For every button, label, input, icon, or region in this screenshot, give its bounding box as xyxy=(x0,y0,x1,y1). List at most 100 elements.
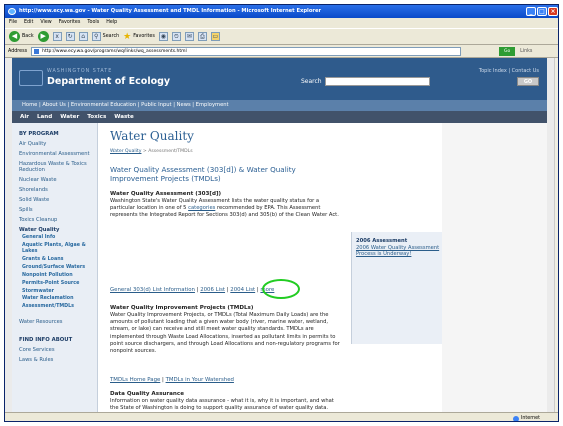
status-bar: Internet xyxy=(5,412,558,421)
sidebar-sub-ground[interactable]: Ground/Surface Waters xyxy=(19,265,97,271)
viewport: WASHINGTON STATE Department of Ecology T… xyxy=(5,58,554,412)
tmdl-text: Water Quality Improvement Projects, or T… xyxy=(110,312,340,355)
nav-toxics[interactable]: Toxics xyxy=(87,114,106,120)
maximize-button[interactable]: □ xyxy=(537,7,547,16)
forward-button[interactable]: ▶ xyxy=(37,31,49,42)
toolbar: ◀ Back ▶ x ↻ ⌂ ⚲ Search ★ Favorites ◉ ⏲ ✉ ⎙… xyxy=(5,28,558,45)
home-icon[interactable]: ⌂ xyxy=(78,32,88,41)
breadcrumb: Water Quality > Assessment/TMDLs xyxy=(110,149,193,154)
menu-view[interactable]: View xyxy=(40,18,51,28)
assessment-text: Washington State's Water Quality Assessm… xyxy=(110,198,339,219)
callout-heading: 2006 Assessment xyxy=(356,238,408,244)
sidebar-sub-nonpoint[interactable]: Nonpoint Pollution xyxy=(19,273,97,279)
sidebar-sub-reclamation[interactable]: Water Reclamation xyxy=(19,296,97,302)
site-search-input[interactable] xyxy=(325,77,430,86)
sidebar-sub-grants[interactable]: Grants & Loans xyxy=(19,257,97,263)
general-303d-link[interactable]: General 303(d) List Information xyxy=(110,287,195,293)
links-button[interactable]: Links xyxy=(520,45,532,58)
topic-links[interactable]: Topic Index | Contact Us xyxy=(479,68,539,74)
nav-water[interactable]: Water xyxy=(60,114,79,120)
sidebar-item-solid-waste[interactable]: Solid Waste xyxy=(19,197,97,203)
right-margin xyxy=(442,123,547,412)
sidebar-item-water-resources[interactable]: Water Resources xyxy=(19,319,97,325)
refresh-icon[interactable]: ↻ xyxy=(65,32,75,41)
vertical-scrollbar[interactable] xyxy=(554,58,558,412)
back-icon: ◀ xyxy=(9,31,20,42)
assessment-section: Water Quality Assessment (303[d]) Washin… xyxy=(110,191,340,220)
sidebar-sub-aquatic[interactable]: Aquatic Plants, Algae & Lakes xyxy=(19,243,97,254)
search-icon: ⚲ xyxy=(91,32,101,41)
search-button[interactable]: ⚲ Search xyxy=(91,32,119,41)
back-button[interactable]: ◀ Back xyxy=(9,31,34,42)
top-nav[interactable]: Home | About Us | Environmental Educatio… xyxy=(12,100,547,111)
menu-file[interactable]: File xyxy=(9,18,17,28)
sidebar-sub-stormwater[interactable]: Stormwater xyxy=(19,289,97,295)
print-icon[interactable]: ⎙ xyxy=(197,32,207,41)
find-item-core[interactable]: Core Services xyxy=(19,347,97,353)
find-heading: FIND INFO ABOUT xyxy=(19,337,73,344)
star-icon: ★ xyxy=(123,31,132,42)
ecology-logo[interactable] xyxy=(19,70,43,86)
menu-edit[interactable]: Edit xyxy=(24,18,33,28)
site-go-button[interactable]: GO xyxy=(517,77,539,86)
tmdl-home-link[interactable]: TMDLs Home Page xyxy=(110,377,160,383)
sidebar-item-air[interactable]: Air Quality xyxy=(19,141,97,147)
sidebar-item-toxics[interactable]: Toxics Cleanup xyxy=(19,217,97,223)
breadcrumb-water-quality[interactable]: Water Quality xyxy=(110,149,141,154)
sidebar: BY PROGRAM Air Quality Environmental Ass… xyxy=(12,123,98,412)
sidebar-item-nuclear[interactable]: Nuclear Waste xyxy=(19,177,97,183)
assessment-callout: 2006 Assessment 2006 Water Quality Asses… xyxy=(351,232,449,344)
find-item-laws[interactable]: Laws & Rules xyxy=(19,357,97,363)
favorites-button[interactable]: ★ Favorites xyxy=(123,32,155,42)
breadcrumb-rest: > Assessment/TMDLs xyxy=(141,149,193,154)
stop-icon[interactable]: x xyxy=(52,32,62,41)
list-2004-link[interactable]: 2004 List xyxy=(230,287,255,293)
page-title: Water Quality xyxy=(110,129,194,143)
nav-air[interactable]: Air xyxy=(20,114,29,120)
list-2006-link[interactable]: 2006 List xyxy=(200,287,225,293)
mail-icon[interactable]: ✉ xyxy=(184,32,194,41)
tmdl-section: Water Quality Improvement Projects (TMDL… xyxy=(110,305,340,355)
callout-link[interactable]: 2006 Water Quality Assessment Process is… xyxy=(356,245,445,258)
menu-favorites[interactable]: Favorites xyxy=(59,18,81,28)
menu-help[interactable]: Help xyxy=(106,18,117,28)
sidebar-item-water-quality[interactable]: Water Quality xyxy=(19,227,97,233)
tmdl-heading: Water Quality Improvement Projects (TMDL… xyxy=(110,305,254,311)
security-zone: Internet xyxy=(512,414,540,421)
tmdl-watershed-link[interactable]: TMDLs in Your Watershed xyxy=(166,377,234,383)
folder-icon[interactable]: ▭ xyxy=(210,32,220,41)
sidebar-item-hazardous[interactable]: Hazardous Waste & Toxics Reduction xyxy=(19,161,97,173)
assessment-heading: Water Quality Assessment (303[d]) xyxy=(110,191,222,197)
nav-land[interactable]: Land xyxy=(37,114,52,120)
browser-window: http://www.ecy.wa.gov - Water Quality As… xyxy=(4,4,559,422)
categories-link[interactable]: categories xyxy=(188,205,215,211)
sidebar-heading: BY PROGRAM xyxy=(19,131,59,137)
address-input[interactable]: http://www.ecy.wa.gov/programs/wq/links/… xyxy=(31,46,462,56)
sidebar-item-env-assessment[interactable]: Environmental Assessment xyxy=(19,151,97,157)
forward-icon: ▶ xyxy=(37,31,49,42)
program-nav: Air Land Water Toxics Waste xyxy=(12,111,547,123)
menu-tools[interactable]: Tools xyxy=(87,18,99,28)
sidebar-sub-assessment[interactable]: Assessment/TMDLs xyxy=(19,304,97,310)
menu-bar: File Edit View Favorites Tools Help xyxy=(5,18,558,28)
sidebar-sub-permits[interactable]: Permits-Point Source xyxy=(19,281,97,287)
address-label: Address xyxy=(8,48,28,54)
tmdl-links: TMDLs Home Page | TMDLs in Your Watershe… xyxy=(110,377,234,383)
nav-waste[interactable]: Waste xyxy=(114,114,134,120)
sidebar-item-spills[interactable]: Spills xyxy=(19,207,97,213)
ie-icon xyxy=(8,8,16,15)
state-label: WASHINGTON STATE xyxy=(47,69,113,74)
sidebar-item-shorelands[interactable]: Shorelands xyxy=(19,187,97,193)
sidebar-sub-general[interactable]: General Info xyxy=(19,235,97,241)
site-search-label: Search xyxy=(301,78,322,85)
highlight-circle xyxy=(262,279,300,299)
minimize-button[interactable]: _ xyxy=(526,7,536,16)
go-button[interactable]: Go xyxy=(499,46,516,56)
media-icon[interactable]: ◉ xyxy=(158,32,168,41)
main-heading: Water Quality Assessment (303[d]) & Wate… xyxy=(110,165,296,183)
history-icon[interactable]: ⏲ xyxy=(171,32,181,41)
close-button[interactable]: × xyxy=(548,7,558,16)
dept-name[interactable]: Department of Ecology xyxy=(47,76,170,87)
window-title: http://www.ecy.wa.gov - Water Quality As… xyxy=(19,8,322,14)
globe-icon xyxy=(512,416,519,421)
